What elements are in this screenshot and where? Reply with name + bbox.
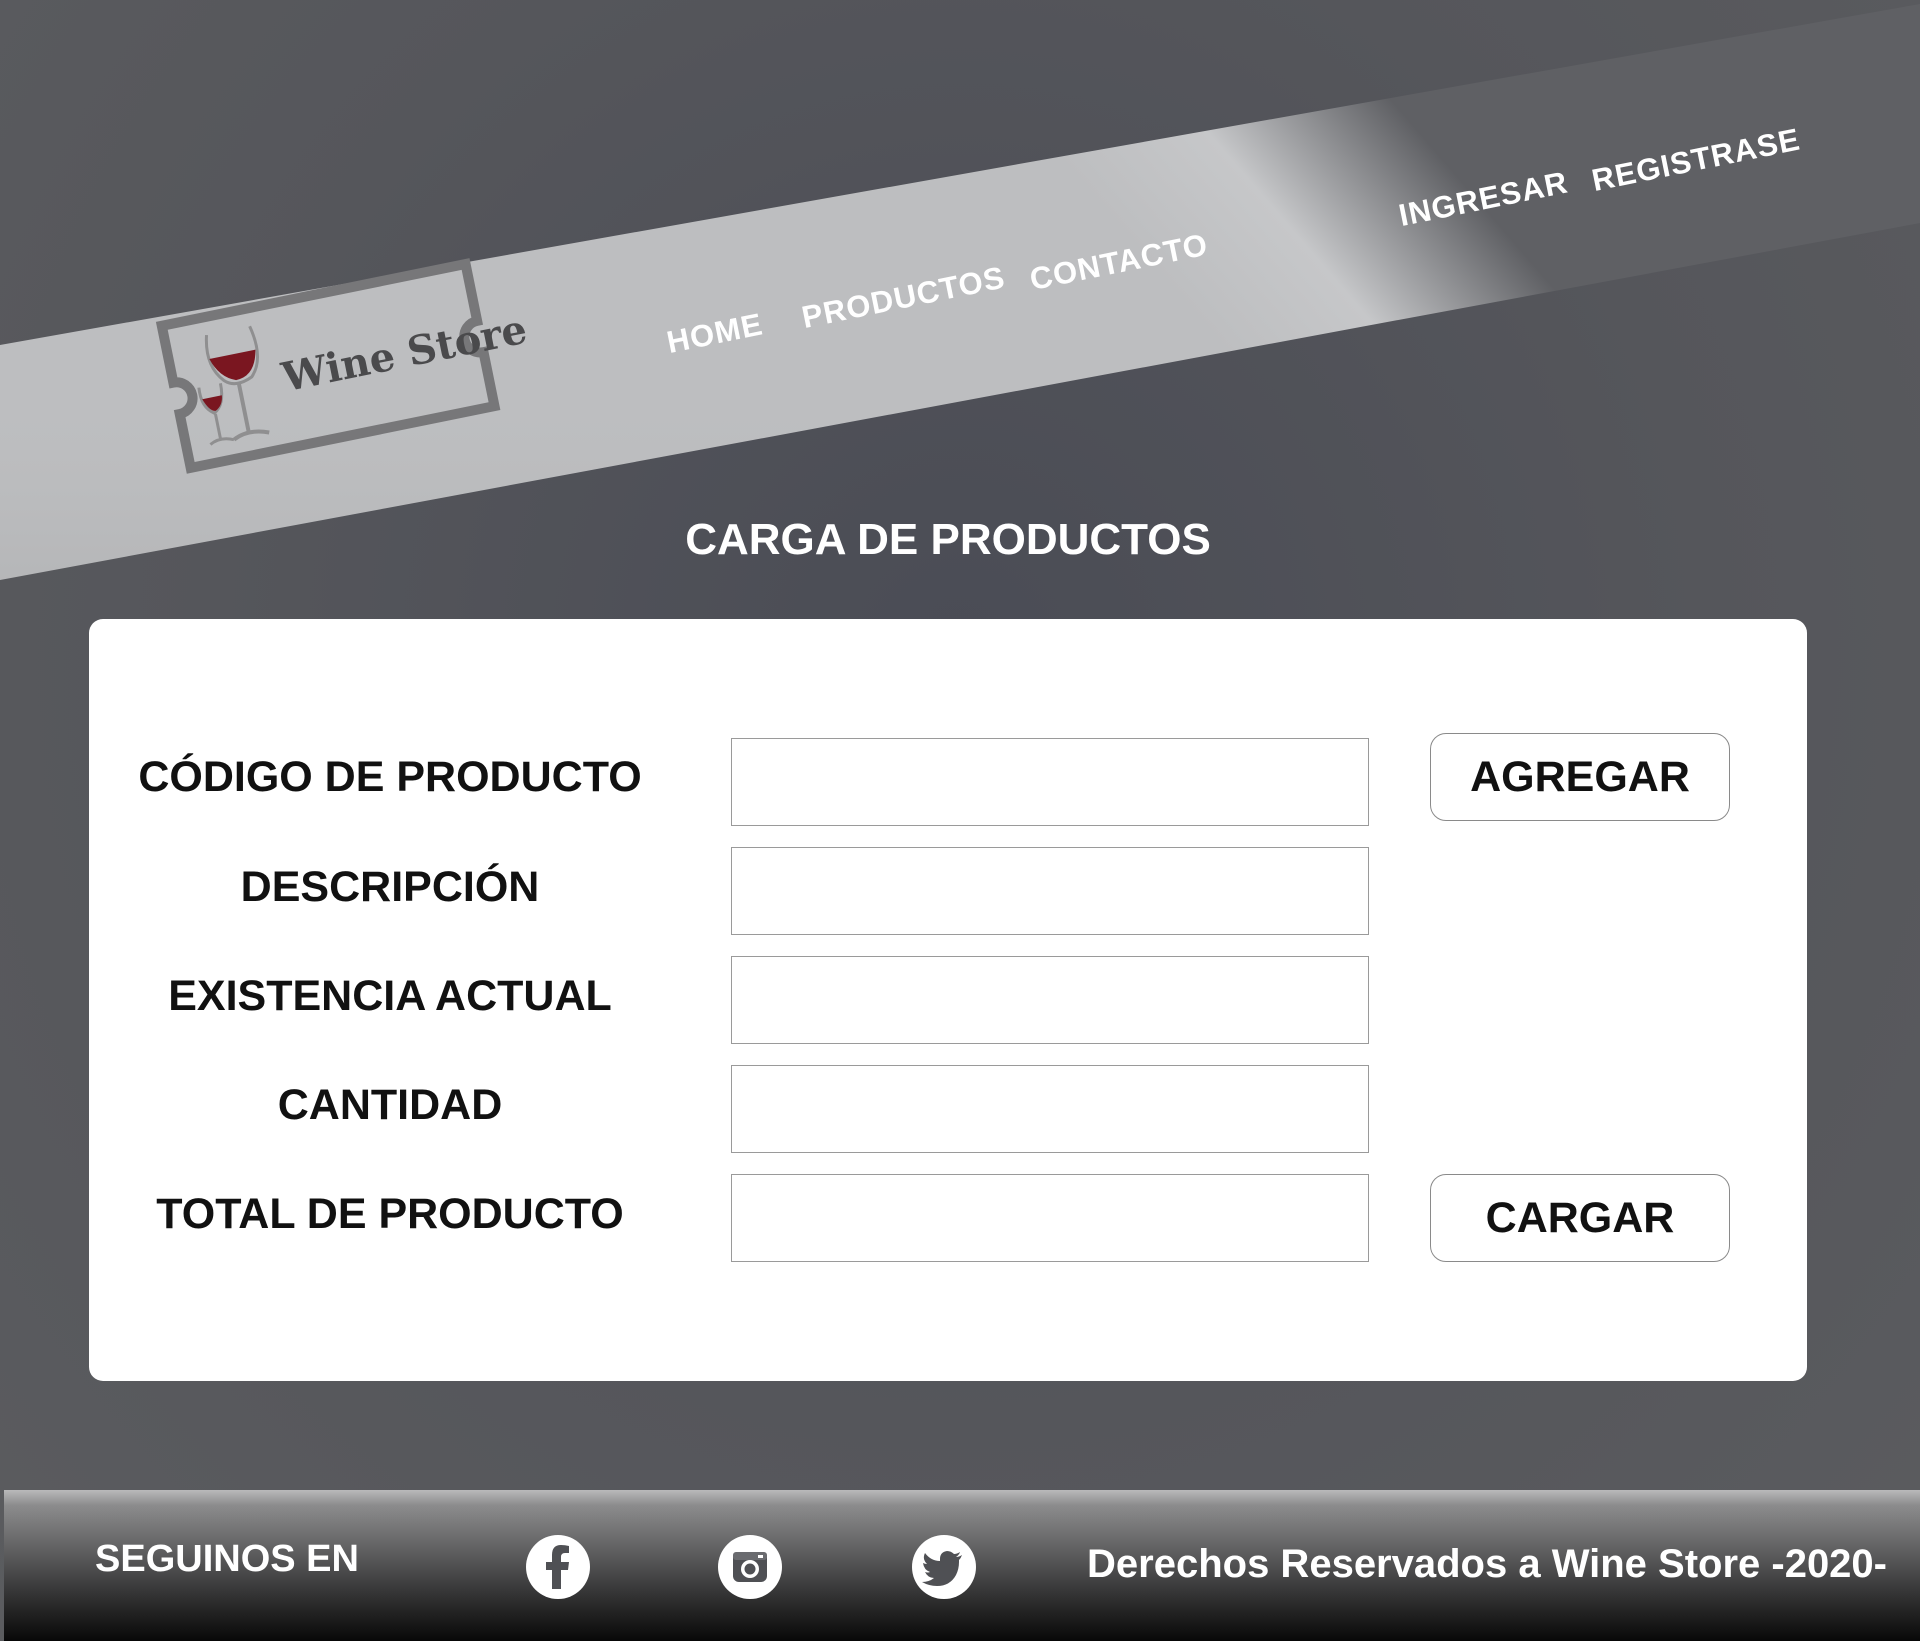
nav-contact[interactable]: CONTACTO [1027, 227, 1211, 298]
nav-home[interactable]: HOME [664, 306, 766, 361]
footer: SEGUINOS EN Derechos Reservados a Wine S… [4, 1490, 1920, 1641]
product-form-card: CÓDIGO DE PRODUCTO AGREGAR DESCRIPCIÓN E… [89, 619, 1807, 1381]
facebook-icon[interactable] [526, 1535, 590, 1599]
current-stock-input[interactable] [731, 956, 1369, 1044]
current-stock-label: EXISTENCIA ACTUAL [168, 972, 612, 1020]
description-label: DESCRIPCIÓN [240, 863, 540, 911]
follow-label: SEGUINOS EN [95, 1538, 359, 1580]
copyright-text: Derechos Reservados a Wine Store -2020- [1087, 1542, 1887, 1586]
wine-glasses-icon [197, 325, 270, 446]
description-input[interactable] [731, 847, 1369, 935]
nav-login[interactable]: INGRESAR [1396, 165, 1571, 234]
quantity-label: CANTIDAD [277, 1081, 503, 1129]
logo[interactable]: Wine Store [150, 252, 531, 479]
product-total-input[interactable] [731, 1174, 1369, 1262]
nav-products[interactable]: PRODUCTOS [799, 260, 1009, 336]
add-button[interactable]: AGREGAR [1430, 733, 1730, 821]
twitter-icon[interactable] [912, 1535, 976, 1599]
product-code-label: CÓDIGO DE PRODUCTO [138, 753, 642, 801]
submit-button[interactable]: CARGAR [1430, 1174, 1730, 1262]
product-total-label: TOTAL DE PRODUCTO [156, 1190, 624, 1238]
product-code-input[interactable] [731, 738, 1369, 826]
instagram-icon[interactable] [718, 1535, 782, 1599]
quantity-input[interactable] [731, 1065, 1369, 1153]
page-title: CARGA DE PRODUCTOS [685, 515, 1211, 564]
nav-register[interactable]: REGISTRASE [1589, 122, 1803, 199]
